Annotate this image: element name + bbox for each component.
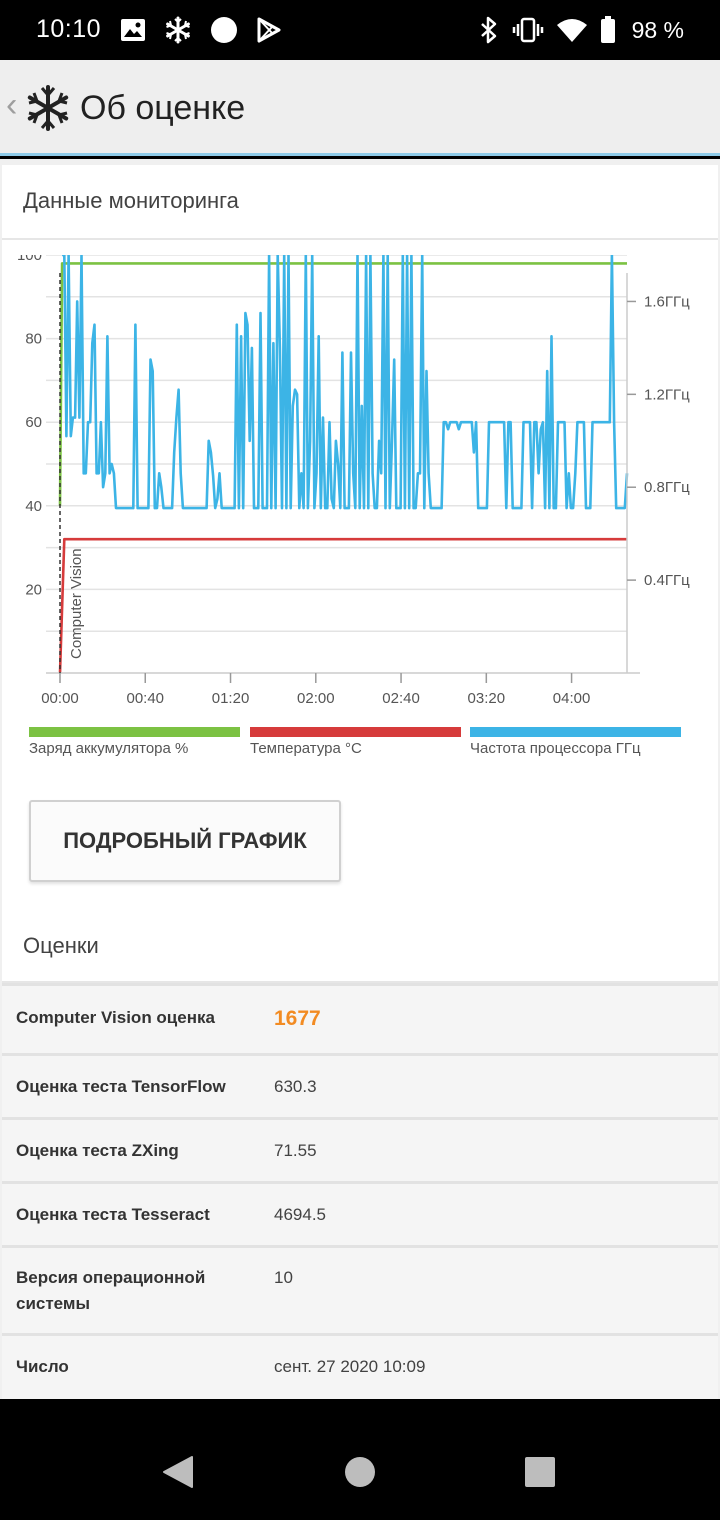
y-right-tick-label: 0.8ГГц xyxy=(644,479,690,496)
home-circle-icon[interactable] xyxy=(344,1456,376,1488)
legend-temperature-label: Температура °C xyxy=(250,740,362,757)
score-key: Оценка теста Tesseract xyxy=(16,1205,210,1224)
y-left-tick-label: 100 xyxy=(17,255,42,264)
battery-percent: 98 % xyxy=(631,16,684,43)
y-right-tick-label: 0.4ГГц xyxy=(644,572,690,589)
series-line-1 xyxy=(58,537,627,674)
x-tick-label: 04:00 xyxy=(553,690,591,705)
page-title: Об оценке xyxy=(80,89,246,127)
snowflake-logo-icon xyxy=(27,85,69,131)
monitoring-title: Данные мониторинга xyxy=(23,188,239,213)
y-left-tick-label: 40 xyxy=(25,498,42,515)
score-value: 71.55 xyxy=(274,1141,317,1160)
x-tick-label: 00:40 xyxy=(126,690,164,705)
snowflake-icon xyxy=(166,16,190,44)
score-row-os-version: Версия операционной системы 10 xyxy=(2,1245,718,1333)
back-chevron-icon[interactable]: ‹ xyxy=(6,86,17,125)
image-icon xyxy=(121,19,145,41)
y-left-tick-label: 20 xyxy=(25,581,42,598)
wifi-icon xyxy=(556,19,587,42)
x-tick-label: 03:20 xyxy=(468,690,506,705)
score-value: 10 xyxy=(274,1268,293,1287)
score-row-date: Число сент. 27 2020 10:09 xyxy=(2,1333,718,1399)
navigation-bar xyxy=(0,1399,720,1520)
status-bar: 10:10 98 % xyxy=(0,0,720,60)
legend-battery-label: Заряд аккумулятора % xyxy=(29,740,189,757)
legend-cpu-frequency: Частота процессора ГГц xyxy=(470,727,681,757)
benchmark-annotation-label: Computer Vision xyxy=(68,548,85,659)
y-left-tick-label: 80 xyxy=(25,331,42,348)
legend-battery: Заряд аккумулятора % xyxy=(29,727,240,757)
recents-square-icon[interactable] xyxy=(524,1456,556,1488)
circle-icon xyxy=(211,17,237,43)
x-tick-label: 01:20 xyxy=(212,690,250,705)
legend-cpu-swatch xyxy=(470,727,681,737)
score-value-total: 1677 xyxy=(274,1007,321,1030)
play-store-icon xyxy=(257,17,281,43)
legend-temperature: Температура °C xyxy=(250,727,461,757)
score-row-tensorflow: Оценка теста TensorFlow 630.3 xyxy=(2,1053,718,1117)
scores-title: Оценки xyxy=(23,933,99,958)
score-row-computer-vision: Computer Vision оценка 1677 xyxy=(2,983,718,1053)
score-key: Оценка теста ZXing xyxy=(16,1141,179,1160)
legend-temperature-swatch xyxy=(250,727,461,737)
status-left-icons xyxy=(120,14,282,46)
score-row-zxing: Оценка теста ZXing 71.55 xyxy=(2,1117,718,1181)
series-line-2 xyxy=(62,255,629,510)
battery-icon xyxy=(600,16,615,43)
score-key: Версия операционной системы xyxy=(16,1268,206,1313)
vibrate-icon xyxy=(512,17,543,43)
y-right-tick-label: 1.2ГГц xyxy=(644,386,690,403)
content-area[interactable]: Данные мониторинга 20 40 60 80 100 0.4ГГц 0.8Г… xyxy=(0,159,720,1399)
status-time: 10:10 xyxy=(36,15,102,43)
y-left-tick-label: 60 xyxy=(25,414,42,431)
result-card: Данные мониторинга 20 40 60 80 100 0.4ГГц 0.8Г… xyxy=(2,165,718,1399)
score-key: Оценка теста TensorFlow xyxy=(16,1077,226,1096)
score-value: 630.3 xyxy=(274,1077,317,1096)
status-right-icons: 98 % xyxy=(478,14,684,46)
app-bar: ‹ Об оценке xyxy=(0,60,720,156)
x-tick-label: 00:00 xyxy=(41,690,79,705)
detailed-graph-button[interactable]: ПОДРОБНЫЙ ГРАФИК xyxy=(29,800,341,882)
legend-cpu-label: Частота процессора ГГц xyxy=(470,740,641,757)
x-tick-label: 02:40 xyxy=(382,690,420,705)
bluetooth-icon xyxy=(480,16,496,44)
monitoring-divider xyxy=(2,238,718,240)
monitoring-chart: 20 40 60 80 100 0.4ГГц 0.8ГГц 1.2ГГц 1.6ГГц 00:00… xyxy=(17,255,690,705)
score-value: 4694.5 xyxy=(274,1205,326,1224)
legend-battery-swatch xyxy=(29,727,240,737)
x-tick-label: 02:00 xyxy=(297,690,335,705)
score-key: Computer Vision оценка xyxy=(16,1008,215,1027)
back-triangle-icon[interactable] xyxy=(162,1455,194,1489)
score-key: Число xyxy=(16,1357,69,1376)
score-value: сент. 27 2020 10:09 xyxy=(274,1357,426,1376)
y-right-tick-label: 1.6ГГц xyxy=(644,293,690,310)
score-row-tesseract: Оценка теста Tesseract 4694.5 xyxy=(2,1181,718,1245)
